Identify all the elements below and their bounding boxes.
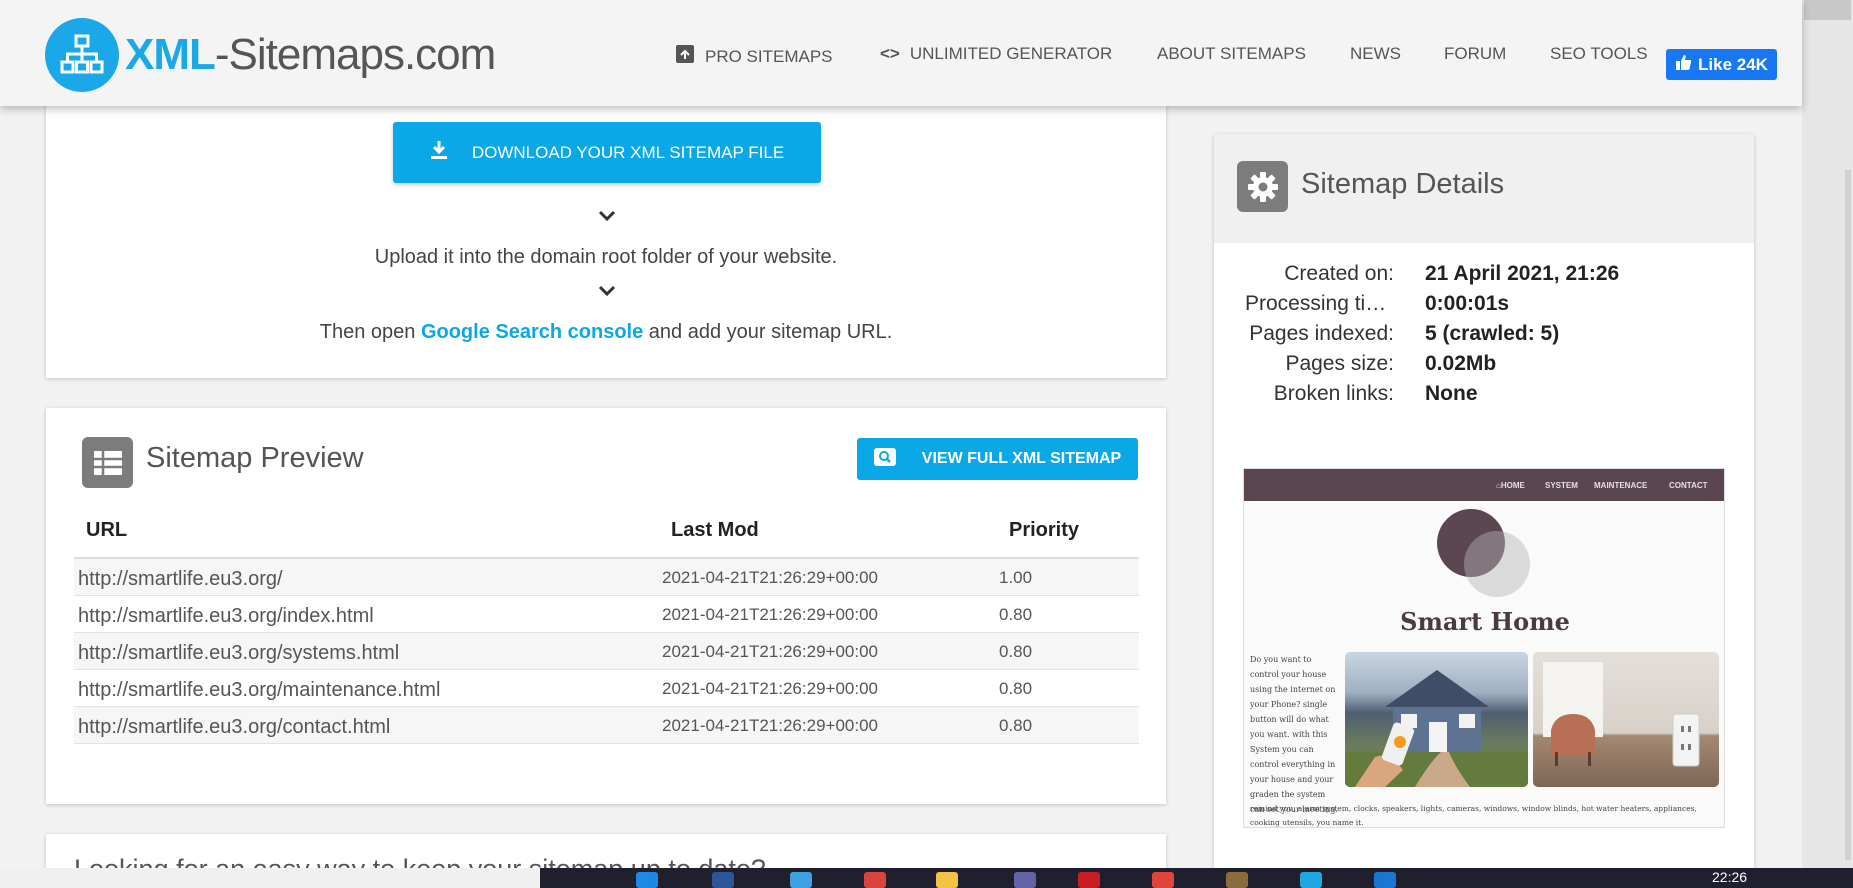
priority-cell: 1.00 [999, 568, 1033, 587]
thumb-nav-system: SYSTEM [1545, 481, 1578, 490]
thumbs-up-icon [1675, 54, 1692, 76]
google-search-console-link[interactable]: Google Search console [421, 321, 643, 343]
table-row: http://smartlife.eu3.org/maintenance.htm… [74, 670, 1139, 707]
priority-cell: 0.80 [999, 605, 1033, 624]
thumbnail-navbar: ⌂HOME SYSTEM MAINTENACE CONTACT [1244, 469, 1724, 501]
scrollbar[interactable] [1845, 170, 1851, 860]
thumb-nav-contact: CONTACT [1669, 481, 1708, 490]
lastmod-cell: 2021-04-21T21:26:29+00:00 [662, 716, 878, 735]
taskbar-search-box[interactable] [0, 868, 540, 888]
download-sitemap-button[interactable]: DOWNLOAD YOUR XML SITEMAP FILE [393, 122, 821, 183]
nav-news[interactable]: NEWS [1350, 44, 1401, 64]
table-row: http://smartlife.eu3.org/systems.html 20… [74, 633, 1139, 670]
sitemap-details-title: Sitemap Details [1301, 168, 1505, 200]
column-header-priority: Priority [1009, 519, 1080, 541]
app-icon-dark-red[interactable] [1078, 872, 1100, 888]
nav-seo-tools[interactable]: SEO TOOLS [1550, 44, 1648, 64]
download-icon [430, 140, 448, 165]
thumb-nav-home: ⌂HOME [1496, 481, 1525, 490]
column-header-url: URL [86, 519, 128, 541]
priority-cell: 0.80 [999, 642, 1033, 661]
url-link[interactable]: http://smartlife.eu3.org/ [78, 568, 283, 591]
priority-cell: 0.80 [999, 716, 1033, 735]
browser-icon[interactable] [790, 872, 812, 888]
url-link[interactable]: http://smartlife.eu3.org/index.html [78, 605, 374, 628]
gear-icon [1237, 161, 1288, 212]
thumb-nav-maintenance: MAINTENACE [1594, 481, 1648, 490]
table-row: http://smartlife.eu3.org/ 2021-04-21T21:… [74, 559, 1139, 596]
site-logo[interactable]: XML-Sitemaps.com [45, 18, 496, 92]
table-row: http://smartlife.eu3.org/contact.html 20… [74, 707, 1139, 744]
list-icon [82, 437, 133, 488]
folder-icon[interactable] [936, 872, 958, 888]
sitemap-preview-title: Sitemap Preview [146, 442, 364, 474]
edge-icon[interactable] [636, 872, 658, 888]
vscode-icon[interactable] [1374, 872, 1396, 888]
view-button-label: VIEW FULL XML SITEMAP [921, 450, 1122, 467]
code-icon: <> [880, 44, 900, 63]
thumb-footer-text: remind you, alarm system, clocks, speake… [1250, 804, 1697, 827]
taskbar-clock[interactable]: 22:26 [1712, 869, 1747, 885]
nav-label: SEO TOOLS [1550, 44, 1648, 63]
room-photo [1533, 652, 1719, 787]
lastmod-cell: 2021-04-21T21:26:29+00:00 [662, 568, 878, 587]
lastmod-cell: 2021-04-21T21:26:29+00:00 [662, 605, 878, 624]
url-link[interactable]: http://smartlife.eu3.org/maintenance.htm… [78, 679, 440, 702]
url-link[interactable]: http://smartlife.eu3.org/contact.html [78, 716, 390, 739]
search-icon [873, 447, 896, 471]
nav-label: FORUM [1444, 44, 1507, 63]
house-photo [1345, 652, 1528, 787]
nav-label: NEWS [1350, 44, 1401, 63]
box-icon [675, 44, 695, 69]
lastmod-cell: 2021-04-21T21:26:29+00:00 [662, 679, 878, 698]
site-screenshot-thumbnail: ⌂HOME SYSTEM MAINTENACE CONTACT Smart Ho… [1243, 468, 1725, 828]
column-header-lastmod: Last Mod [671, 519, 759, 541]
thumb-paragraph: Do you want to control your house using … [1250, 655, 1339, 814]
lastmod-cell: 2021-04-21T21:26:29+00:00 [662, 642, 878, 661]
chrome-icon[interactable] [1152, 872, 1174, 888]
chevron-down-icon [598, 285, 616, 297]
chevron-down-icon [598, 210, 616, 222]
priority-cell: 0.80 [999, 679, 1033, 698]
os-taskbar: 22:26 [0, 868, 1853, 888]
nav-label: ABOUT SITEMAPS [1157, 44, 1306, 63]
nav-label: PRO SITEMAPS [705, 46, 833, 66]
table-row: http://smartlife.eu3.org/index.html 2021… [74, 596, 1139, 633]
nav-pro-sitemaps[interactable]: PRO SITEMAPS [675, 44, 833, 69]
app-icon-red[interactable] [864, 872, 886, 888]
app-icon-brown[interactable] [1226, 872, 1248, 888]
download-button-label: DOWNLOAD YOUR XML SITEMAP FILE [471, 142, 785, 162]
nav-label: UNLIMITED GENERATOR [909, 44, 1113, 63]
upload-instruction: Upload it into the domain root folder of… [374, 246, 838, 268]
nav-forum[interactable]: FORUM [1444, 44, 1506, 64]
search-console-instruction: Then open Google Search console and add … [319, 321, 893, 343]
view-full-sitemap-button[interactable]: VIEW FULL XML SITEMAP [857, 438, 1138, 480]
nav-about-sitemaps[interactable]: ABOUT SITEMAPS [1157, 44, 1306, 64]
site-header: XML-Sitemaps.com PRO SITEMAPS <> UNLIMIT… [0, 0, 1802, 106]
scroll-thumb[interactable] [1804, 0, 1851, 20]
facebook-like-button[interactable]: Like 24K [1666, 49, 1777, 80]
thumb-title: Smart Home [1400, 607, 1570, 636]
fb-like-label: Like 24K [1698, 54, 1768, 74]
logo-text: XML-Sitemaps.com [125, 30, 496, 79]
word-icon[interactable] [712, 872, 734, 888]
app-icon-blue[interactable] [1300, 872, 1322, 888]
sitemap-tree-icon [45, 18, 119, 92]
teams-icon[interactable] [1014, 872, 1036, 888]
nav-unlimited-generator[interactable]: <> UNLIMITED GENERATOR [880, 44, 1112, 64]
thumb-logo-circle-shadow [1464, 531, 1530, 597]
url-link[interactable]: http://smartlife.eu3.org/systems.html [78, 642, 399, 665]
